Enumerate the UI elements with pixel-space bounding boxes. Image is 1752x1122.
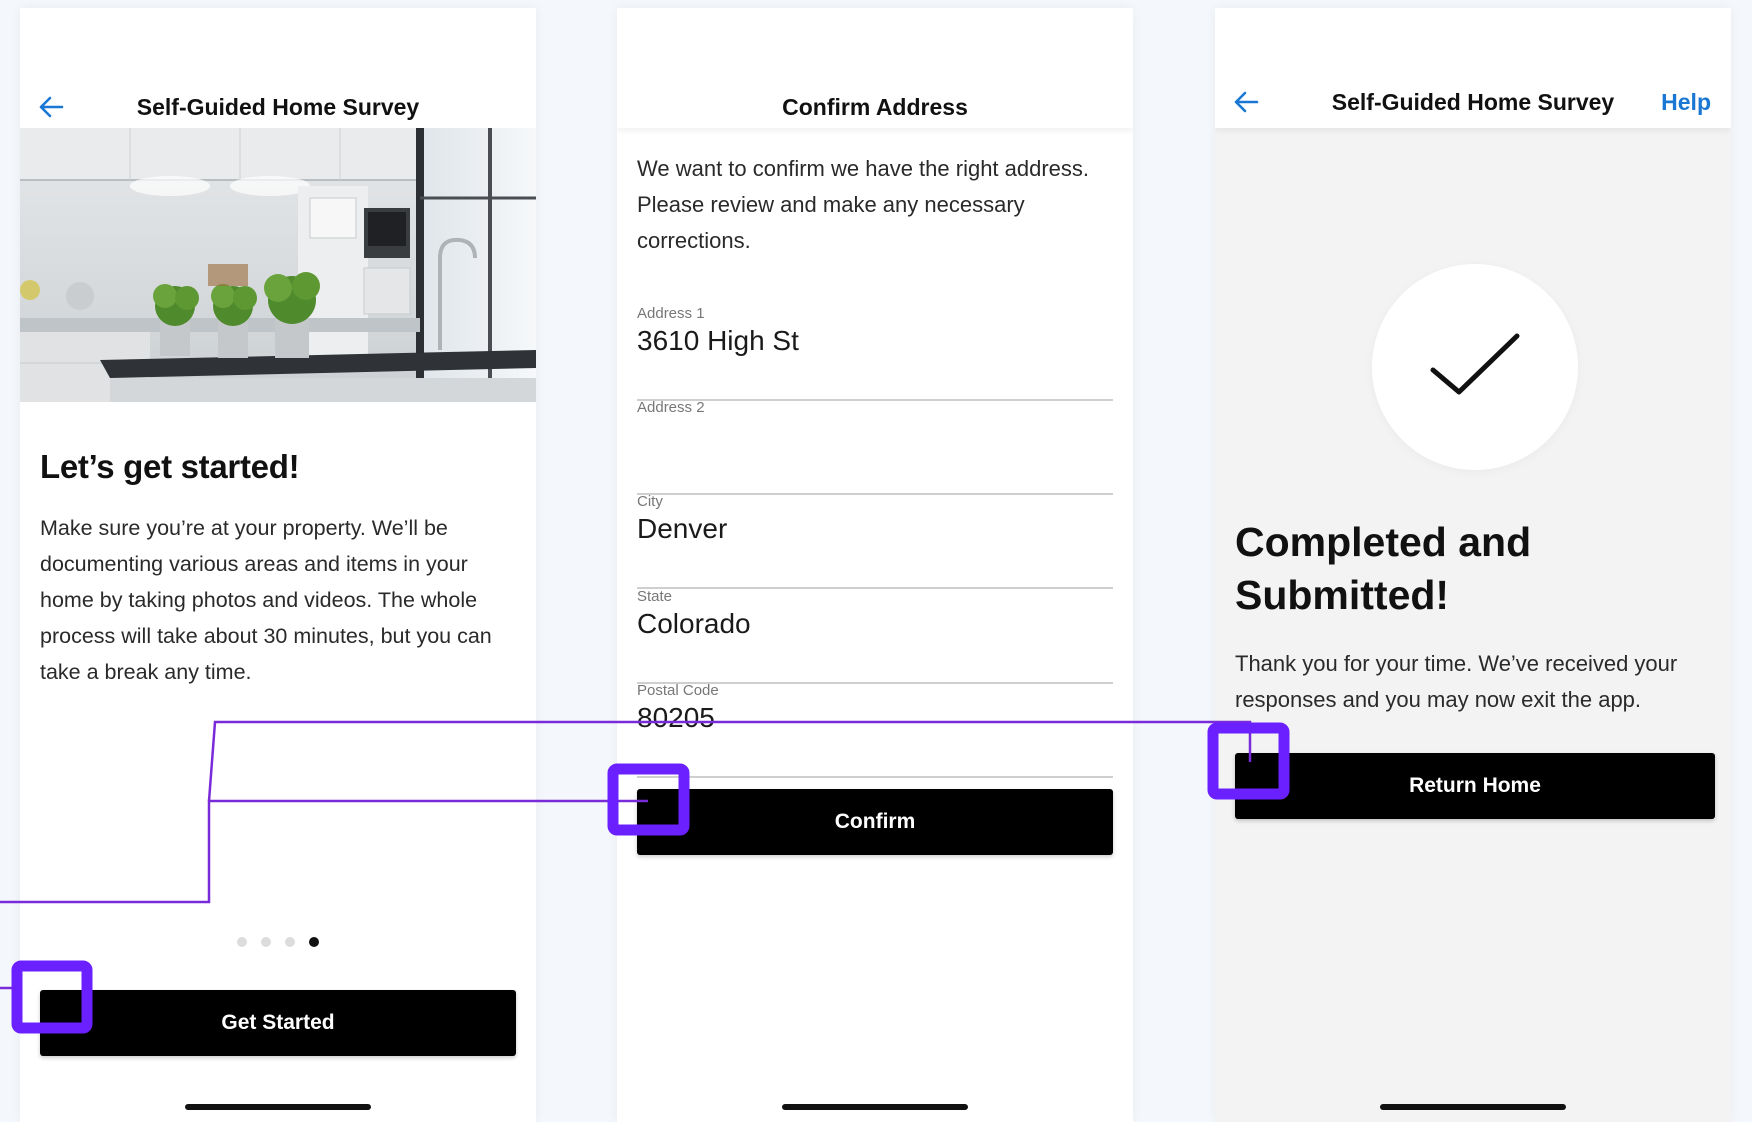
field-label: Postal Code: [637, 682, 719, 699]
address2-input[interactable]: [637, 415, 1113, 455]
page-dot-active[interactable]: [309, 937, 319, 947]
nav-bar: Confirm Address: [617, 8, 1133, 128]
field-label: State: [637, 588, 673, 605]
get-started-button[interactable]: Get Started: [40, 990, 516, 1056]
page-title: Self-Guided Home Survey: [1331, 89, 1615, 115]
postal-code-input[interactable]: [637, 698, 1113, 738]
field-label: Address 2: [637, 399, 705, 416]
nav-bar: Self-Guided Home Survey Help: [1215, 8, 1731, 128]
page-dot[interactable]: [261, 937, 271, 947]
page-title: Confirm Address: [782, 94, 968, 120]
page-dot[interactable]: [237, 937, 247, 947]
kitchen-hero-image: [20, 128, 536, 402]
help-link[interactable]: Help: [1661, 89, 1711, 116]
nav-bar: Self-Guided Home Survey: [20, 8, 536, 128]
home-indicator: [185, 1104, 371, 1110]
success-text: Thank you for your time. We’ve received …: [1235, 651, 1678, 712]
address1-field: Address 1: [637, 305, 1113, 401]
return-home-button[interactable]: Return Home: [1235, 753, 1715, 819]
home-indicator: [782, 1104, 968, 1110]
checkmark-icon: [1430, 333, 1520, 395]
page-title: Self-Guided Home Survey: [136, 94, 420, 120]
state-field: State: [637, 588, 1113, 684]
completed-screen: Self-Guided Home Survey Help Completed a…: [1215, 8, 1731, 1122]
postal-code-field: Postal Code: [637, 682, 1113, 778]
page-dot[interactable]: [285, 937, 295, 947]
section-heading: Let’s get started!: [40, 448, 300, 485]
confirm-address-screen: Confirm Address We want to confirm we ha…: [617, 8, 1133, 1122]
success-heading: Completed and Submitted!: [1235, 519, 1532, 618]
intro-text: We want to confirm we have the right add…: [637, 156, 1090, 253]
home-indicator: [1380, 1104, 1566, 1110]
city-input[interactable]: [637, 509, 1113, 549]
field-label: City: [637, 493, 663, 510]
city-field: City: [637, 493, 1113, 589]
field-label: Address 1: [637, 305, 705, 322]
success-badge: [1372, 264, 1578, 470]
address2-field: Address 2: [637, 399, 1113, 495]
address1-input[interactable]: [637, 321, 1113, 361]
intro-text: Make sure you’re at your property. We’ll…: [40, 516, 492, 684]
page-indicator: [20, 937, 536, 947]
state-input[interactable]: [637, 604, 1113, 644]
survey-intro-screen: Self-Guided Home Survey Let’s get starte…: [20, 8, 536, 1122]
confirm-button[interactable]: Confirm: [637, 789, 1113, 855]
